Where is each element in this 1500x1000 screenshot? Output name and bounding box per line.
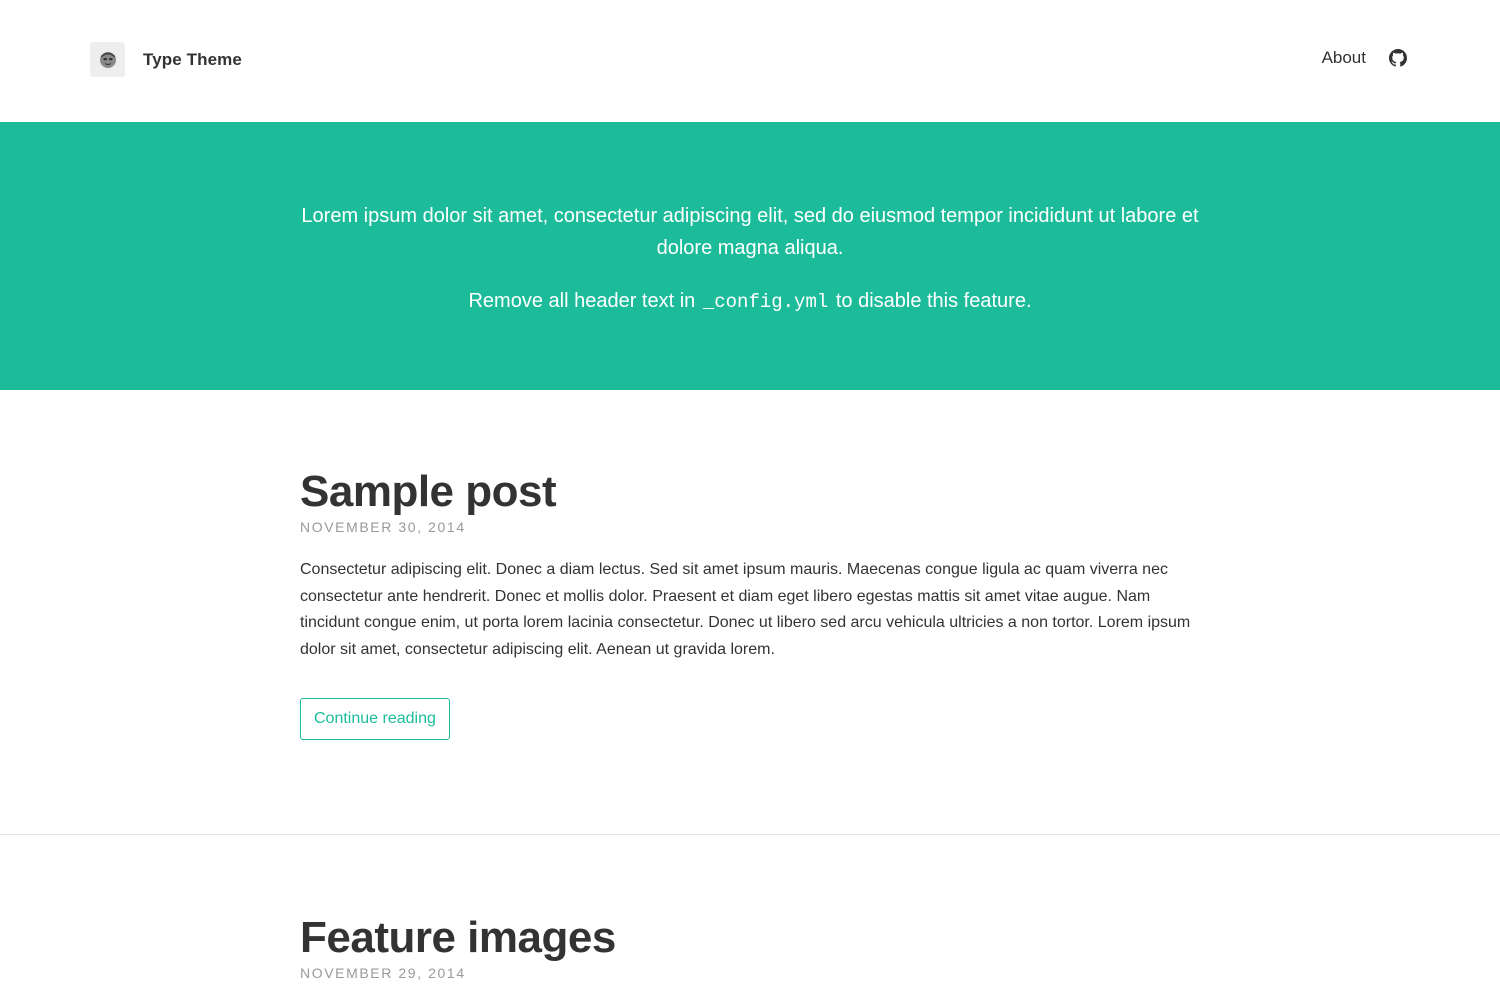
hero-note-prefix: Remove all header text in	[468, 290, 696, 312]
top-nav: About	[1322, 48, 1408, 68]
post-title-link[interactable]: Feature images	[300, 913, 1200, 963]
github-icon[interactable]	[1388, 48, 1408, 68]
continue-reading-button[interactable]: Continue reading	[300, 698, 450, 740]
post-excerpt: Consectetur adipiscing elit. Donec a dia…	[300, 561, 1191, 658]
hero-note-suffix: to disable this feature.	[835, 290, 1032, 312]
config-filename: _config.yml	[702, 291, 829, 313]
post-item: Sample post NOVEMBER 30, 2014 Consectetu…	[300, 390, 1200, 834]
hero-description: Lorem ipsum dolor sit amet, consectetur …	[301, 205, 1199, 259]
hero-banner: Lorem ipsum dolor sit amet, consectetur …	[0, 122, 1500, 390]
site-header: Type Theme About	[0, 0, 1500, 122]
post-date: NOVEMBER 29, 2014	[300, 965, 466, 981]
hero-config-note: Remove all header text in _config.yml to…	[300, 285, 1200, 318]
post-title-link[interactable]: Sample post	[300, 467, 1200, 517]
avatar-face-icon[interactable]	[90, 42, 125, 77]
site-title[interactable]: Type Theme	[143, 50, 242, 70]
post-date: NOVEMBER 30, 2014	[300, 519, 466, 535]
post-item: Feature images NOVEMBER 29, 2014	[300, 835, 1200, 981]
nav-about-link[interactable]: About	[1322, 48, 1366, 68]
site-brand-link[interactable]: Type Theme	[90, 42, 242, 77]
